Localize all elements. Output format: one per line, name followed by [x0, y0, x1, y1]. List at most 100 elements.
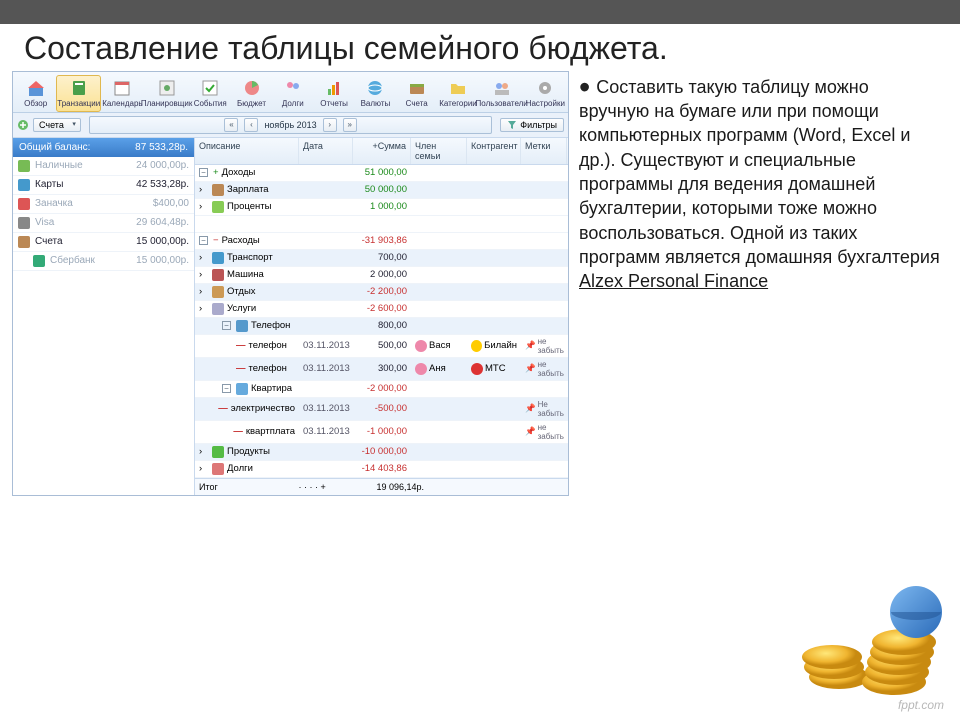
toolbar-folder[interactable]: Категории [437, 75, 478, 112]
toolbar-wallet[interactable]: Счета [396, 75, 437, 112]
cell-tags: 📌не забыть [521, 358, 567, 380]
grid-row[interactable]: ›Продукты-10 000,00 [195, 444, 568, 461]
operator-icon [471, 340, 482, 352]
cell-date [299, 387, 353, 391]
users-icon [492, 78, 512, 98]
cell-desc: −− Расходы [195, 233, 299, 248]
grid-row[interactable]: — телефон03.11.2013500,00ВасяБилайн📌не з… [195, 335, 568, 358]
cell-desc: ›Машина [195, 267, 299, 283]
grid-row[interactable]: −Квартира-2 000,00 [195, 381, 568, 398]
add-icon[interactable] [17, 119, 29, 131]
grid-row[interactable]: ›Проценты1 000,00 [195, 199, 568, 216]
visa-icon [18, 217, 30, 229]
account-row[interactable]: Сбербанк15 000,00р. [13, 252, 194, 271]
app-link[interactable]: Alzex Personal Finance [579, 271, 768, 291]
cell-desc: ›Услуги [195, 301, 299, 317]
house-icon [236, 383, 248, 395]
footer-watermark: fppt.com [898, 698, 944, 712]
cell-member [411, 407, 467, 411]
cell-agent [467, 324, 521, 328]
collapse-icon[interactable]: − [199, 168, 208, 177]
grid-row[interactable]: — квартплата03.11.2013-1 000,00📌не забыт… [195, 421, 568, 444]
cell-tags [521, 256, 567, 260]
toolbar-gear[interactable]: Настройки [525, 75, 566, 112]
grid-row[interactable]: ›Транспорт700,00 [195, 250, 568, 267]
toolbar-book[interactable]: Транзакции [56, 75, 101, 112]
main-toolbar: ОбзорТранзакцииКалендарьПланировщикСобыт… [13, 72, 568, 113]
filter-button[interactable]: Фильтры [500, 118, 564, 132]
toolbar-check[interactable]: События [190, 75, 231, 112]
cell-tags [521, 188, 567, 192]
toolbar-calendar[interactable]: Календарь [101, 75, 143, 112]
person-icon [415, 363, 427, 375]
cell-desc: ›Отдых [195, 284, 299, 300]
wallet-icon [407, 78, 427, 98]
footer-sum: 19 096,14р. [376, 482, 424, 492]
debt-icon [212, 463, 224, 475]
grid-row[interactable]: −+ Доходы51 000,00 [195, 165, 568, 182]
account-row[interactable]: Наличные24 000,00р. [13, 157, 194, 176]
account-amount: 15 000,00р. [136, 236, 189, 247]
grid-row[interactable]: −Телефон800,00 [195, 318, 568, 335]
expand-icon[interactable]: − [222, 384, 231, 393]
grid-row[interactable]: ›Услуги-2 600,00 [195, 301, 568, 318]
col-agent[interactable]: Контрагент [467, 138, 521, 164]
col-date[interactable]: Дата [299, 138, 353, 164]
bus-icon [212, 252, 224, 264]
toolbar-plan[interactable]: Планировщик [144, 75, 190, 112]
toolbar-people[interactable]: Долги [272, 75, 313, 112]
slide-title-area: Составление таблицы семейного бюджета. [0, 24, 960, 67]
expand-icon[interactable]: − [222, 321, 231, 330]
cell-agent [467, 467, 521, 471]
toolbar-home[interactable]: Обзор [15, 75, 56, 112]
cell-agent [467, 307, 521, 311]
account-row[interactable]: Заначка$400,00 [13, 195, 194, 214]
grid-row[interactable]: −− Расходы-31 903,86 [195, 233, 568, 250]
cell-member [411, 307, 467, 311]
grid-row[interactable]: ›Долги-14 403,86 [195, 461, 568, 478]
account-row[interactable]: Счета15 000,00р. [13, 233, 194, 252]
grid-row[interactable]: ›Отдых -2 200,00 [195, 284, 568, 301]
col-member[interactable]: Член семьи [411, 138, 467, 164]
nav-first-button[interactable]: « [224, 118, 238, 132]
app-window: ОбзорТранзакцииКалендарьПланировщикСобыт… [12, 71, 569, 496]
grid-row[interactable]: — электричество03.11.2013-500,00📌Не забы… [195, 398, 568, 421]
cell-sum: -2 200,00 [353, 284, 411, 299]
col-tags[interactable]: Метки [521, 138, 567, 164]
tb-label: Бюджет [237, 99, 266, 108]
grid-row[interactable]: ›Машина2 000,00 [195, 267, 568, 284]
globe-icon [365, 78, 385, 98]
book-icon [69, 78, 89, 98]
cell-member [411, 467, 467, 471]
pin-icon: 📌 [525, 403, 536, 414]
cell-desc: ›Продукты [195, 444, 299, 460]
cell-member: Аня [411, 361, 467, 377]
account-row[interactable]: Карты42 533,28р. [13, 176, 194, 195]
cell-member [411, 171, 467, 175]
collapse-icon[interactable]: − [199, 236, 208, 245]
cell-desc: ›Зарплата [195, 182, 299, 198]
nav-next-button[interactable]: › [323, 118, 337, 132]
toolbar-users[interactable]: Пользователи [479, 75, 525, 112]
grid-row[interactable]: — телефон03.11.2013300,00АняМТС📌не забыт… [195, 358, 568, 381]
cell-member [411, 430, 467, 434]
col-sum[interactable]: +Сумма [353, 138, 411, 164]
accounts-dropdown[interactable]: Счета [33, 118, 81, 132]
cell-agent [467, 273, 521, 277]
toolbar-chart[interactable]: Отчеты [313, 75, 354, 112]
cell-tags [521, 239, 567, 243]
account-row[interactable]: Visa29 604,48р. [13, 214, 194, 233]
nav-prev-button[interactable]: ‹ [244, 118, 258, 132]
col-description[interactable]: Описание [195, 138, 299, 164]
toolbar-globe[interactable]: Валюты [355, 75, 396, 112]
balance-label: Общий баланс: [19, 142, 90, 153]
cell-tags [521, 450, 567, 454]
cell-sum: -14 403,86 [353, 461, 411, 476]
nav-last-button[interactable]: » [343, 118, 357, 132]
cell-agent [467, 450, 521, 454]
period-label: ноябрь 2013 [264, 120, 316, 130]
grid-row[interactable]: ›Зарплата50 000,00 [195, 182, 568, 199]
bullet-icon: • [579, 69, 590, 105]
toolbar-pie[interactable]: Бюджет [231, 75, 272, 112]
check-icon [200, 78, 220, 98]
